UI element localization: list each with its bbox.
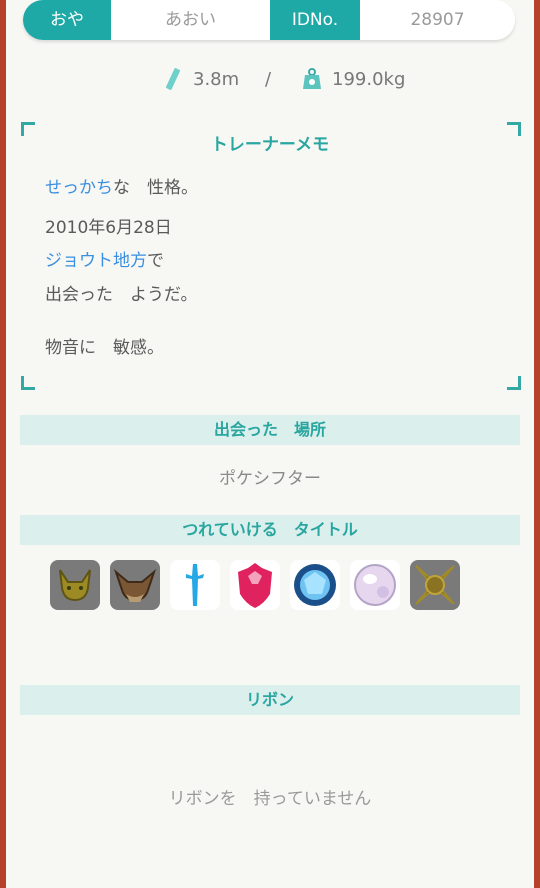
weight-value: 199.0kg [332, 69, 406, 90]
sword-mark-icon[interactable] [170, 560, 220, 610]
met-location-header: 出会った 場所 [20, 415, 520, 445]
region-suffix: で [147, 251, 164, 271]
nature-rest: な 性格。 [113, 178, 198, 198]
size-stats: 3.8m / 199.0kg [0, 64, 540, 96]
marks-header: つれていける タイトル [20, 515, 520, 545]
memo-corner-bl [21, 376, 35, 390]
nature-line: せっかちな 性格。 [45, 173, 198, 198]
eevee-mark-icon[interactable] [110, 560, 160, 610]
height-value: 3.8m [193, 69, 240, 90]
met-line: 出会った ようだ。 [45, 285, 198, 305]
met-date: 2010年6月28日 [45, 218, 172, 238]
pearl-mark-icon[interactable] [350, 560, 400, 610]
ot-label: おや [23, 0, 111, 40]
ot-name: あおい [111, 0, 270, 40]
shield-mark-icon[interactable] [230, 560, 280, 610]
region-line: ジョウト地方で [45, 246, 164, 271]
ribbons-header: リボン [20, 685, 520, 715]
blue-gem-mark-icon[interactable] [290, 560, 340, 610]
memo-corner-br [507, 376, 521, 390]
memo-title: トレーナーメモ [210, 135, 330, 155]
id-label: IDNo. [270, 0, 360, 40]
nature-word: せっかち [45, 178, 113, 198]
characteristic: 物音に 敏感。 [45, 338, 164, 358]
id-value: 28907 [360, 0, 515, 40]
weight-icon [302, 67, 322, 96]
crossed-mark-icon[interactable] [410, 560, 460, 610]
stats-separator: / [265, 69, 272, 90]
region-name: ジョウト地方 [45, 251, 147, 271]
ruler-icon [164, 67, 182, 96]
ribbons-empty-text: リボンを 持っていません [168, 789, 372, 809]
pikachu-mark-icon[interactable] [50, 560, 100, 610]
met-location-value: ポケシフター [219, 469, 321, 489]
trainer-header: おや あおい IDNo. 28907 [23, 0, 515, 40]
